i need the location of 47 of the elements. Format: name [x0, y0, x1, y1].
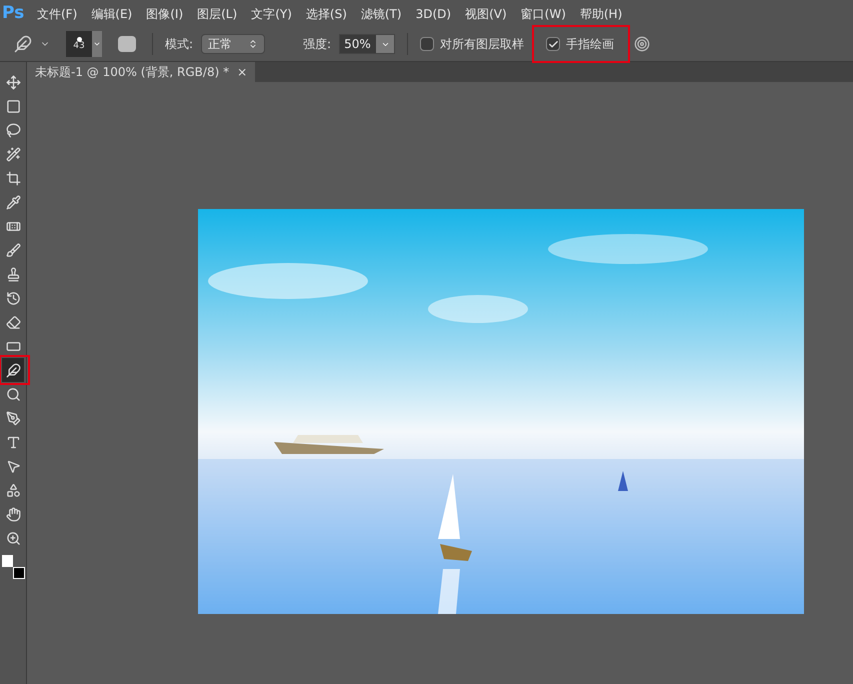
close-icon[interactable]: ×: [237, 63, 248, 81]
wand-tool-icon: [6, 146, 20, 162]
crop-tool-icon: [6, 170, 20, 186]
smudge-preset-icon[interactable]: [14, 35, 32, 53]
app-logo: Ps: [1, 2, 26, 25]
strength-field[interactable]: 50%: [339, 34, 396, 54]
eraser-tool-icon: [6, 314, 20, 330]
pressure-icon[interactable]: [634, 36, 650, 52]
menu-item[interactable]: 视图(V): [458, 4, 514, 22]
history-brush-icon: [6, 290, 20, 306]
background-color-swatch[interactable]: [13, 567, 25, 579]
checkbox[interactable]: [546, 37, 560, 51]
smudge-tool-icon: [6, 362, 20, 378]
menu-item[interactable]: 编辑(E): [84, 4, 140, 22]
foreground-color-swatch[interactable]: [2, 555, 13, 567]
menu-item[interactable]: 选择(S): [298, 4, 354, 22]
strength-label: 强度:: [303, 36, 332, 53]
stamp-tool-icon: [6, 266, 20, 282]
shape-tool-icon: [6, 482, 20, 498]
marquee-tool-icon: [6, 98, 20, 114]
zoom-tool-icon: [6, 530, 20, 546]
move-tool-icon: [6, 74, 20, 90]
menu-item[interactable]: 图层(L): [190, 4, 244, 22]
menu-item[interactable]: 滤镜(T): [354, 4, 409, 22]
hand-tool-icon: [6, 506, 20, 522]
document-tab[interactable]: 未标题-1 @ 100% (背景, RGB/8) * ×: [27, 62, 256, 82]
checkbox-label: 手指绘画: [566, 36, 614, 53]
selection-arrow-icon: [6, 458, 20, 474]
eyedropper-tool-icon: [6, 194, 20, 210]
pen-tool-icon: [6, 410, 20, 426]
check-icon: [548, 38, 559, 50]
brush-tool-icon: [6, 242, 20, 258]
menu-item[interactable]: 窗口(W): [514, 4, 573, 22]
checkbox-label: 对所有图层取样: [440, 36, 524, 53]
tool-button[interactable]: [2, 358, 24, 382]
mode-label: 模式:: [165, 36, 194, 53]
type-tool-icon: [6, 434, 20, 450]
lasso-tool-icon: [6, 122, 20, 138]
menu-item[interactable]: 3D(D): [408, 4, 458, 22]
updown-icon: [248, 39, 258, 49]
menu-item[interactable]: 帮助(H): [572, 4, 630, 22]
menu-item[interactable]: 图像(I): [139, 4, 190, 22]
menu-item[interactable]: 文字(Y): [244, 4, 299, 22]
mode-dropdown[interactable]: 正常: [201, 34, 266, 54]
menu-item[interactable]: 文件(F): [30, 4, 84, 22]
checkbox[interactable]: [420, 37, 434, 51]
caret-icon: [93, 40, 101, 48]
